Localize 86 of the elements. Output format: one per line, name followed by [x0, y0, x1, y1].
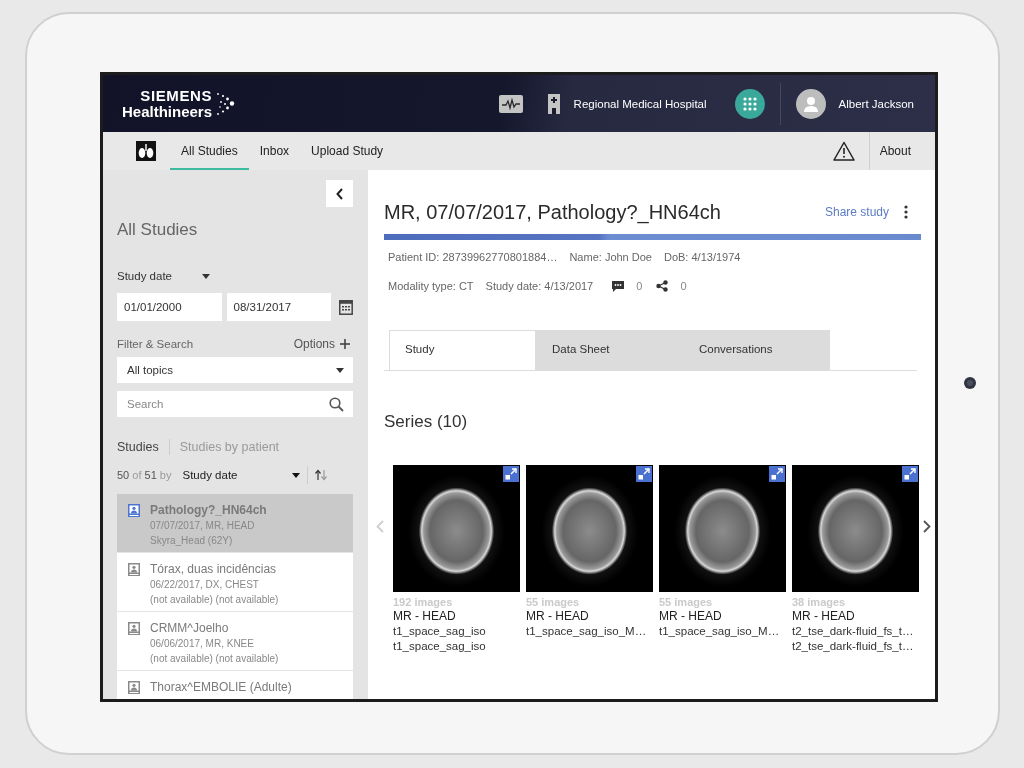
study-title: Tórax, duas incidências	[150, 561, 278, 577]
collapse-button[interactable]	[326, 180, 353, 207]
series-description: t1_space_sag_iso	[393, 639, 487, 654]
person-card-icon	[128, 681, 140, 694]
avatar-icon[interactable]	[795, 88, 826, 119]
scan-image-placeholder[interactable]	[393, 465, 520, 592]
expand-icon[interactable]	[503, 466, 519, 482]
study-tab[interactable]: Conversations	[683, 330, 830, 370]
caret-down-icon	[292, 472, 301, 478]
sort-icon[interactable]	[314, 469, 329, 481]
scan-image-placeholder[interactable]	[792, 465, 919, 592]
person-card-icon	[128, 622, 140, 635]
study-tab[interactable]: Study	[389, 330, 536, 370]
study-list-item[interactable]: Thorax^EMBOLIE (Adulte)	[117, 671, 353, 699]
camera-lens-icon	[964, 377, 976, 389]
study-detail: Skyra_Head (62Y)	[150, 534, 234, 548]
study-detail: 06/06/2017, MR, KNEE	[150, 637, 255, 651]
comment-count: 0	[636, 280, 643, 292]
chevron-right-icon[interactable]	[923, 520, 931, 533]
series-modality: MR - HEAD	[659, 609, 723, 624]
hospital-name: Regional Medical Hospital	[573, 97, 707, 110]
person-card-icon	[128, 563, 140, 576]
study-info-text: Modality type: CT	[388, 280, 474, 292]
nav-tab[interactable]: Upload Study	[300, 132, 395, 170]
date-field[interactable]: 08/31/2017	[226, 293, 332, 321]
series-modality: MR - HEAD	[792, 609, 856, 624]
study-list-item[interactable]: CRMM^Joelho 06/06/2017, MR, KNEE (not available) (not available)	[117, 612, 353, 670]
date-type-dropdown[interactable]: Study date	[117, 270, 210, 282]
series-description: t1_space_sag_iso	[393, 624, 487, 639]
study-detail: 07/07/2017, MR, HEAD	[150, 519, 256, 533]
patient-info-text: DoB: 4/13/1974	[663, 251, 741, 263]
pulse-monitor-icon[interactable]	[498, 94, 523, 113]
series-heading: Series (10)	[384, 412, 469, 432]
chevron-left-icon	[336, 187, 343, 200]
logo-dots-icon	[215, 90, 236, 117]
series-description: t1_space_sag_iso_M…	[526, 624, 648, 639]
expand-icon[interactable]	[636, 466, 652, 482]
result-count: 50 of 51 by	[117, 469, 172, 481]
person-card-icon	[128, 504, 140, 517]
share-count: 0	[680, 280, 687, 292]
caret-down-icon	[336, 367, 344, 373]
expand-icon[interactable]	[769, 466, 785, 482]
expand-icon[interactable]	[902, 466, 918, 482]
series-description: t2_tse_dark-fluid_fs_t…	[792, 639, 915, 654]
study-heading: MR, 07/07/2017, Pathology?_HN64ch	[384, 200, 721, 224]
view-tab[interactable]: Studies	[117, 440, 159, 454]
study-detail: (not available) (not available)	[150, 593, 279, 607]
search-icon	[329, 396, 344, 412]
patient-info-text: Name: John Doe	[569, 251, 652, 263]
kebab-menu-icon[interactable]	[904, 205, 908, 219]
sort-dropdown[interactable]: Study date	[182, 469, 301, 481]
lungs-icon	[136, 141, 156, 161]
nav-tab[interactable]: Inbox	[248, 132, 301, 170]
study-detail: (not available) (not available)	[150, 652, 279, 666]
calendar-icon[interactable]	[339, 299, 353, 315]
series-modality: MR - HEAD	[526, 609, 590, 624]
study-title: Pathology?_HN64ch	[150, 502, 267, 518]
share-icon[interactable]	[656, 280, 669, 292]
hospital-icon	[546, 93, 561, 114]
warning-icon[interactable]	[832, 141, 855, 161]
logo-wordmark: SIEMENS Healthineers	[122, 87, 213, 120]
scan-image-placeholder[interactable]	[659, 465, 786, 592]
scan-image-placeholder[interactable]	[526, 465, 653, 592]
caret-down-icon	[202, 273, 210, 279]
study-info-text: Study date: 4/13/2017	[485, 280, 594, 292]
sidebar-title: All Studies	[117, 219, 199, 241]
options-button[interactable]: Options	[293, 337, 353, 351]
patient-info-text: Patient ID: 28739962770801884…	[388, 251, 558, 263]
series-modality: MR - HEAD	[393, 609, 457, 624]
study-detail: 06/22/2017, DX, CHEST	[150, 578, 260, 592]
comment-icon[interactable]	[612, 280, 625, 292]
apps-grid-icon[interactable]	[734, 88, 765, 119]
filter-label: Filter & Search	[117, 338, 194, 350]
share-study-link[interactable]: Share study	[824, 205, 889, 219]
plus-icon	[340, 339, 350, 349]
date-field[interactable]: 01/01/2000	[117, 293, 222, 321]
series-description: t1_space_sag_iso_M…	[659, 624, 781, 639]
study-tab[interactable]: Data Sheet	[536, 330, 683, 370]
user-name[interactable]: Albert Jackson	[838, 97, 914, 110]
about-button[interactable]: About	[869, 132, 935, 170]
series-description: t2_tse_dark-fluid_fs_t…	[792, 624, 915, 639]
study-title: Thorax^EMBOLIE (Adulte)	[150, 679, 292, 695]
study-title: CRMM^Joelho	[150, 620, 230, 636]
search-field[interactable]: Search	[117, 391, 353, 417]
study-list-item[interactable]: Tórax, duas incidências 06/22/2017, DX, CHEST (not available) (not available)	[117, 553, 353, 611]
topic-dropdown[interactable]: All topics	[117, 357, 353, 383]
